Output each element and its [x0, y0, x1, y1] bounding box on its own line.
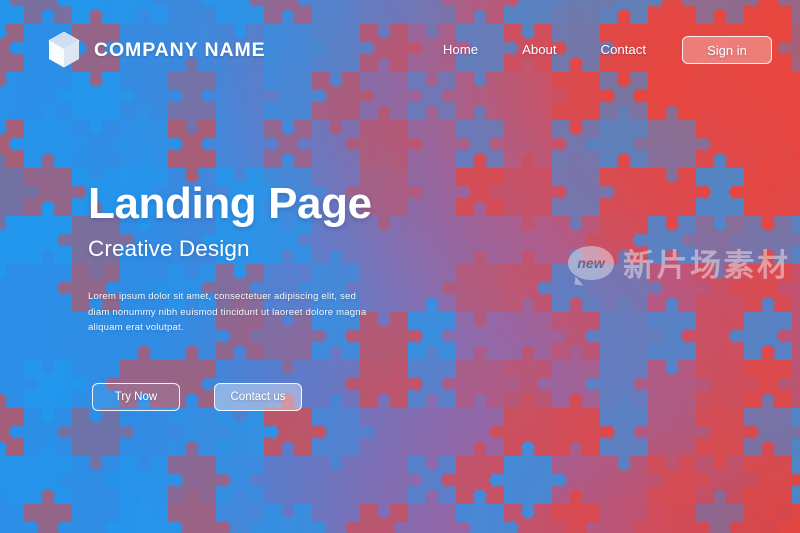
nav-item-contact[interactable]: Contact: [579, 36, 668, 64]
brand-logo[interactable]: COMPANY NAME: [47, 31, 266, 69]
cube-icon: [48, 31, 80, 68]
main-navigation: Home About Contact Sign in: [421, 36, 782, 64]
page-title: Landing Page: [88, 179, 372, 228]
site-header: COMPANY NAME Home About Contact Sign in: [0, 0, 800, 96]
watermark-text: 新片场素材: [623, 248, 791, 284]
watermark-badge-icon: new: [568, 245, 614, 280]
hero-paragraph: Lorem ipsum dolor sit amet, consectetuer…: [88, 291, 367, 334]
landing-page-stage: COMPANY NAME Home About Contact Sign in …: [0, 0, 800, 533]
cta-button-group: Try Now Contact us: [92, 383, 302, 411]
watermark: new 新片场素材: [568, 240, 791, 285]
contact-us-button[interactable]: Contact us: [214, 383, 302, 411]
try-now-button[interactable]: Try Now: [92, 383, 180, 411]
sign-in-button[interactable]: Sign in: [682, 36, 772, 64]
page-subtitle: Creative Design: [88, 236, 250, 262]
watermark-badge-label: new: [577, 254, 605, 271]
brand-name: COMPANY NAME: [94, 38, 266, 61]
nav-item-home[interactable]: Home: [421, 36, 500, 64]
nav-item-about[interactable]: About: [500, 36, 578, 64]
hero-section: Landing Page Creative Design Lorem ipsum…: [88, 179, 508, 336]
